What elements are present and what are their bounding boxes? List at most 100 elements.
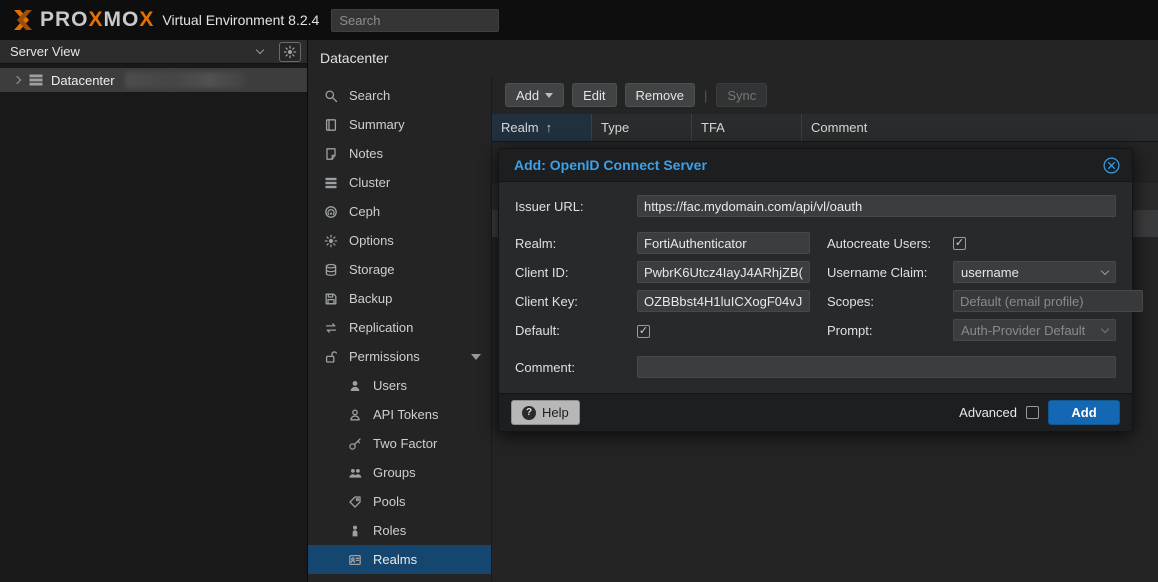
dialog-footer: ? Help Advanced Add [499,393,1132,431]
menu-item-ceph[interactable]: Ceph [308,197,491,226]
menu-item-search[interactable]: Search [308,81,491,110]
menu-item-api-tokens[interactable]: API Tokens [308,400,491,429]
page-title: Datacenter [308,40,1158,75]
gear-icon [283,45,297,59]
menu-item-options[interactable]: Options [308,226,491,255]
menu-item-backup[interactable]: Backup [308,284,491,313]
sync-arrows-icon [322,321,340,335]
column-header-type[interactable]: Type [592,114,692,141]
column-header-tfa[interactable]: TFA [692,114,802,141]
person-icon [346,524,364,538]
dialog-add-button[interactable]: Add [1048,400,1120,425]
unlock-icon [322,350,340,364]
realms-table-header: Realm ↑ Type TFA Comment [492,114,1158,142]
menu-item-permissions[interactable]: Permissions [308,342,491,371]
username-claim-select[interactable]: username [953,261,1116,283]
id-card-icon [346,553,364,567]
proxmox-logo: PROXMOX [10,7,154,33]
remove-button[interactable]: Remove [625,83,695,107]
edit-button[interactable]: Edit [572,83,616,107]
server-stack-icon [28,73,44,87]
datacenter-menu: Search Summary Notes Cluster Ceph Option… [308,75,492,582]
default-checkbox[interactable]: ✓ [637,325,650,338]
realm-label: Realm: [515,236,637,251]
key-icon [346,437,364,451]
menu-item-summary[interactable]: Summary [308,110,491,139]
column-header-comment[interactable]: Comment [802,114,1158,141]
advanced-label: Advanced [959,405,1017,420]
autocreate-users-checkbox[interactable]: ✓ [953,237,966,250]
dialog-title-bar[interactable]: Add: OpenID Connect Server [499,149,1132,182]
scopes-input[interactable] [953,290,1143,312]
tree-item-datacenter[interactable]: Datacenter [0,68,307,92]
users-icon [346,466,364,480]
cluster-icon [322,176,340,190]
tag-icon [346,495,364,509]
add-button[interactable]: Add [505,83,564,107]
search-icon [322,89,340,103]
close-icon[interactable] [1103,157,1120,174]
username-claim-label: Username Claim: [827,265,953,280]
menu-item-pools[interactable]: Pools [308,487,491,516]
tree-settings-button[interactable] [279,42,301,62]
book-icon [322,118,340,132]
dialog-title: Add: OpenID Connect Server [514,157,1103,173]
collapse-caret-icon[interactable] [471,354,481,360]
user-outline-icon [346,408,364,422]
comment-label: Comment: [515,360,637,375]
question-icon: ? [522,406,536,420]
sort-asc-icon: ↑ [546,120,553,135]
default-label: Default: [515,323,637,338]
column-header-realm[interactable]: Realm ↑ [492,114,592,141]
issuer-url-input[interactable] [637,195,1116,217]
user-icon [346,379,364,393]
view-selector-label: Server View [10,44,257,59]
global-search-input[interactable] [331,9,499,32]
version-text: Virtual Environment 8.2.4 [162,12,319,28]
resource-tree-panel: Server View Datacenter [0,40,308,582]
client-key-input[interactable] [637,290,810,312]
prompt-label: Prompt: [827,323,953,338]
scopes-label: Scopes: [827,294,953,309]
realm-input[interactable] [637,232,810,254]
menu-item-storage[interactable]: Storage [308,255,491,284]
toolbar-separator: | [704,88,707,103]
prompt-select[interactable]: Auth-Provider Default [953,319,1116,341]
menu-item-users[interactable]: Users [308,371,491,400]
chevron-down-icon [256,46,264,54]
menu-item-groups[interactable]: Groups [308,458,491,487]
autocreate-users-label: Autocreate Users: [827,236,953,251]
menu-item-two-factor[interactable]: Two Factor [308,429,491,458]
realms-toolbar: Add Edit Remove | Sync [492,75,1158,107]
chevron-down-icon [1101,266,1109,274]
note-icon [322,147,340,161]
menu-item-notes[interactable]: Notes [308,139,491,168]
dropdown-caret-icon [545,93,553,98]
menu-item-realms[interactable]: Realms [308,545,491,574]
menu-item-cluster[interactable]: Cluster [308,168,491,197]
advanced-checkbox[interactable] [1026,406,1039,419]
chevron-down-icon [1101,324,1109,332]
tree-item-label: Datacenter [51,73,115,88]
client-key-label: Client Key: [515,294,637,309]
menu-item-roles[interactable]: Roles [308,516,491,545]
issuer-url-label: Issuer URL: [515,199,637,214]
help-button[interactable]: ? Help [511,400,580,425]
client-id-label: Client ID: [515,265,637,280]
add-openid-dialog: Add: OpenID Connect Server Issuer URL: R… [498,148,1133,432]
comment-input[interactable] [637,356,1116,378]
tree-expander-icon[interactable] [13,76,21,84]
proxmox-wordmark: PROXMOX [40,8,154,32]
menu-item-ha[interactable]: HA [308,574,491,582]
proxmox-x-icon [10,7,36,33]
ceph-icon [322,205,340,219]
top-bar: PROXMOX Virtual Environment 8.2.4 [0,0,1158,40]
menu-item-replication[interactable]: Replication [308,313,491,342]
redacted-hostname [125,72,245,88]
floppy-icon [322,292,340,306]
gear-icon [322,234,340,248]
client-id-input[interactable] [637,261,810,283]
database-icon [322,263,340,277]
view-selector[interactable]: Server View [0,40,307,64]
sync-button[interactable]: Sync [716,83,767,107]
